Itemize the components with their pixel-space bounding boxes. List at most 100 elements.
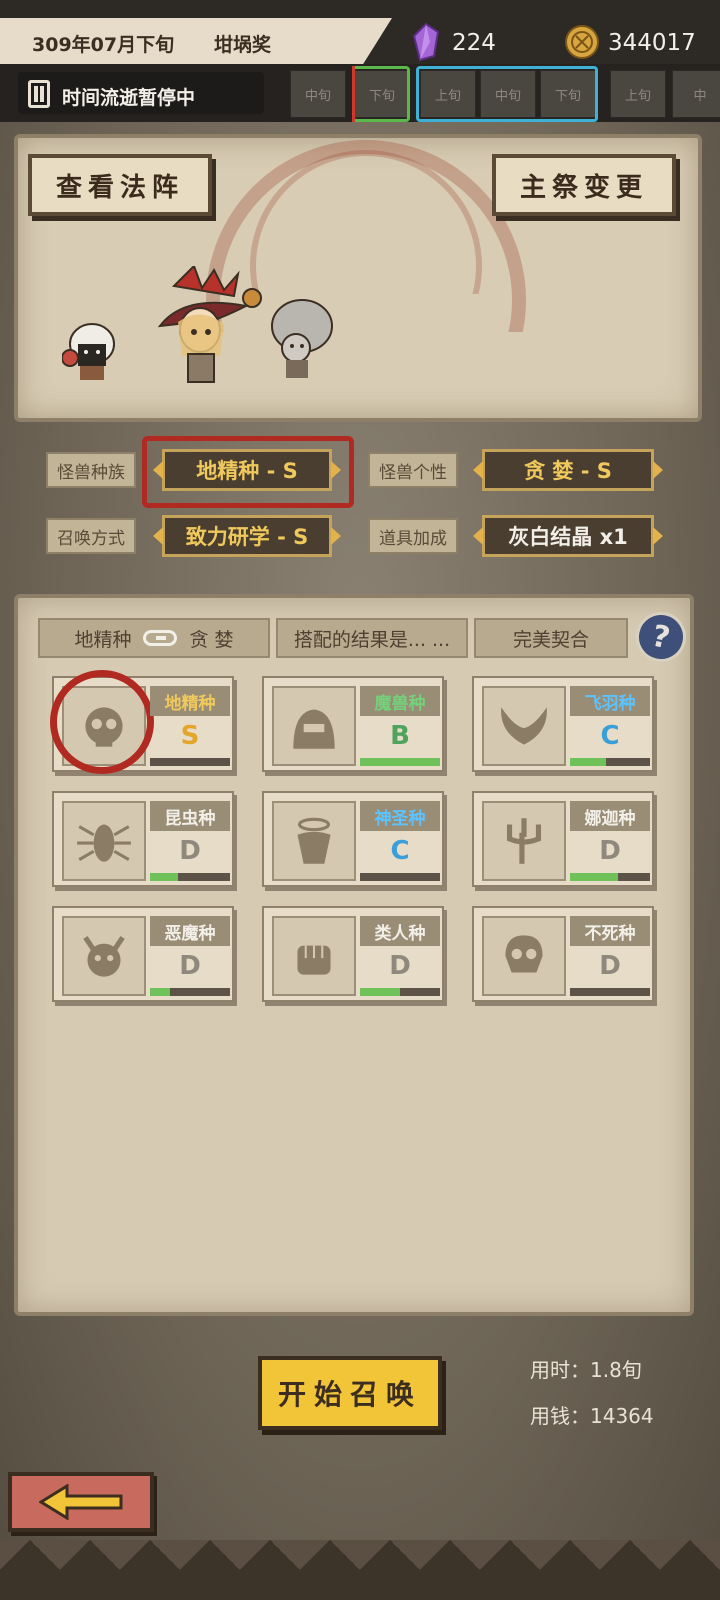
race-progress-fill <box>150 873 178 881</box>
priest-character <box>157 266 262 383</box>
timeline-slot: 中旬 <box>290 70 346 118</box>
item-bonus-value: 灰白结晶 x1 <box>508 525 628 549</box>
race-name: 魔兽种 <box>360 686 440 716</box>
race-grade: S <box>180 721 200 751</box>
race-card[interactable]: 类人种 D <box>262 906 444 1002</box>
crystal-icon <box>412 22 440 62</box>
time-used: 用时：1.8旬 <box>530 1358 642 1382</box>
demon-icon <box>62 916 146 996</box>
back-button[interactable] <box>8 1472 154 1532</box>
race-selector-value: 地精种 - S <box>196 459 298 483</box>
prev-arrow-icon[interactable] <box>473 527 483 545</box>
coin-count: 344017 <box>608 30 696 56</box>
race-name: 恶魔种 <box>150 916 230 946</box>
view-array-button[interactable]: 查看法阵 <box>28 154 212 216</box>
personality-selector-label: 怪兽个性 <box>368 452 458 488</box>
coin-icon <box>565 25 599 59</box>
race-card[interactable]: 地精种 S <box>50 670 234 774</box>
race-selector[interactable]: 地精种 - S <box>153 449 341 491</box>
pairing-race: 地精种 <box>74 628 132 651</box>
timeline-current-period <box>352 66 410 122</box>
race-progress-fill <box>360 988 400 996</box>
pairing-result: 完美契合 <box>474 618 628 658</box>
insect-icon <box>62 801 146 881</box>
race-grade: D <box>179 836 201 866</box>
race-progress-fill <box>570 758 606 766</box>
race-grade: C <box>390 836 410 866</box>
race-progress-bar <box>570 758 650 766</box>
race-card[interactable]: 娜迦种 D <box>472 791 654 887</box>
beast-icon <box>272 686 356 766</box>
race-progress-bar <box>150 873 230 881</box>
timeline-slot: 上旬 <box>610 70 666 118</box>
race-progress-bar <box>360 988 440 996</box>
next-arrow-icon[interactable] <box>653 527 663 545</box>
race-name: 昆虫种 <box>150 801 230 831</box>
bottom-border <box>0 1540 720 1600</box>
timeline-next-period <box>416 66 598 122</box>
race-progress-fill <box>570 873 618 881</box>
race-progress-fill <box>360 758 440 766</box>
trident-icon <box>482 801 566 881</box>
award-text: 坩埚奖 <box>214 34 272 56</box>
companion-character <box>271 299 333 378</box>
race-progress-bar <box>360 873 440 881</box>
race-card[interactable]: 不死种 D <box>472 906 654 1002</box>
next-arrow-icon[interactable] <box>331 527 341 545</box>
item-bonus-selector[interactable]: 灰白结晶 x1 <box>473 515 663 557</box>
race-card[interactable]: 飞羽种 C <box>472 676 654 772</box>
race-grade: D <box>389 951 411 981</box>
race-progress-fill <box>150 988 170 996</box>
pairing-personality: 贪 婪 <box>189 628 234 651</box>
race-grade: D <box>599 951 621 981</box>
pause-icon[interactable] <box>28 80 50 108</box>
race-progress-bar <box>570 873 650 881</box>
change-priest-button[interactable]: 主祭变更 <box>492 154 676 216</box>
race-name: 飞羽种 <box>570 686 650 716</box>
race-name: 类人种 <box>360 916 440 946</box>
summon-method-value: 致力研学 - S <box>185 525 309 549</box>
selected-race-highlight <box>50 670 154 774</box>
item-bonus-label: 道具加成 <box>368 518 458 554</box>
monster-character <box>62 323 115 380</box>
race-card[interactable]: 恶魔种 D <box>52 906 234 1002</box>
race-grade: D <box>179 951 201 981</box>
personality-selector-value: 贪 婪 - S <box>524 459 612 483</box>
next-arrow-icon[interactable] <box>331 461 341 479</box>
money-used: 用钱：14364 <box>530 1404 654 1428</box>
fist-icon <box>272 916 356 996</box>
pause-label: 时间流逝暂停中 <box>62 87 196 109</box>
race-name: 娜迦种 <box>570 801 650 831</box>
race-selector-label: 怪兽种族 <box>46 452 136 488</box>
race-grade: B <box>390 721 410 751</box>
date-text: 309年07月下旬 <box>32 34 175 56</box>
prev-arrow-icon[interactable] <box>153 461 163 479</box>
start-summon-button[interactable]: 开始召唤 <box>258 1356 442 1430</box>
holy-icon <box>272 801 356 881</box>
race-name: 地精种 <box>150 686 230 716</box>
race-grade: C <box>600 721 620 751</box>
race-progress-bar <box>150 758 230 766</box>
race-card[interactable]: 神圣种 C <box>262 791 444 887</box>
race-name: 神圣种 <box>360 801 440 831</box>
prev-arrow-icon[interactable] <box>473 461 483 479</box>
timeline-marker <box>352 66 355 122</box>
race-progress-bar <box>360 758 440 766</box>
next-arrow-icon[interactable] <box>653 461 663 479</box>
race-card[interactable]: 昆虫种 D <box>52 791 234 887</box>
summon-method-label: 召唤方式 <box>46 518 136 554</box>
summon-method-selector[interactable]: 致力研学 - S <box>153 515 341 557</box>
wing-icon <box>482 686 566 766</box>
race-name: 不死种 <box>570 916 650 946</box>
race-grade: D <box>599 836 621 866</box>
race-progress-bar <box>150 988 230 996</box>
race-progress-bar <box>570 988 650 996</box>
chain-link-icon <box>143 630 178 646</box>
timeline-slot: 中 <box>672 70 720 118</box>
personality-selector[interactable]: 贪 婪 - S <box>473 449 663 491</box>
race-card[interactable]: 魔兽种 B <box>262 676 444 772</box>
back-arrow-icon <box>39 1484 123 1520</box>
crystal-count: 224 <box>452 30 496 56</box>
prev-arrow-icon[interactable] <box>153 527 163 545</box>
pairing-summary: 地精种 贪 婪 <box>38 618 270 658</box>
